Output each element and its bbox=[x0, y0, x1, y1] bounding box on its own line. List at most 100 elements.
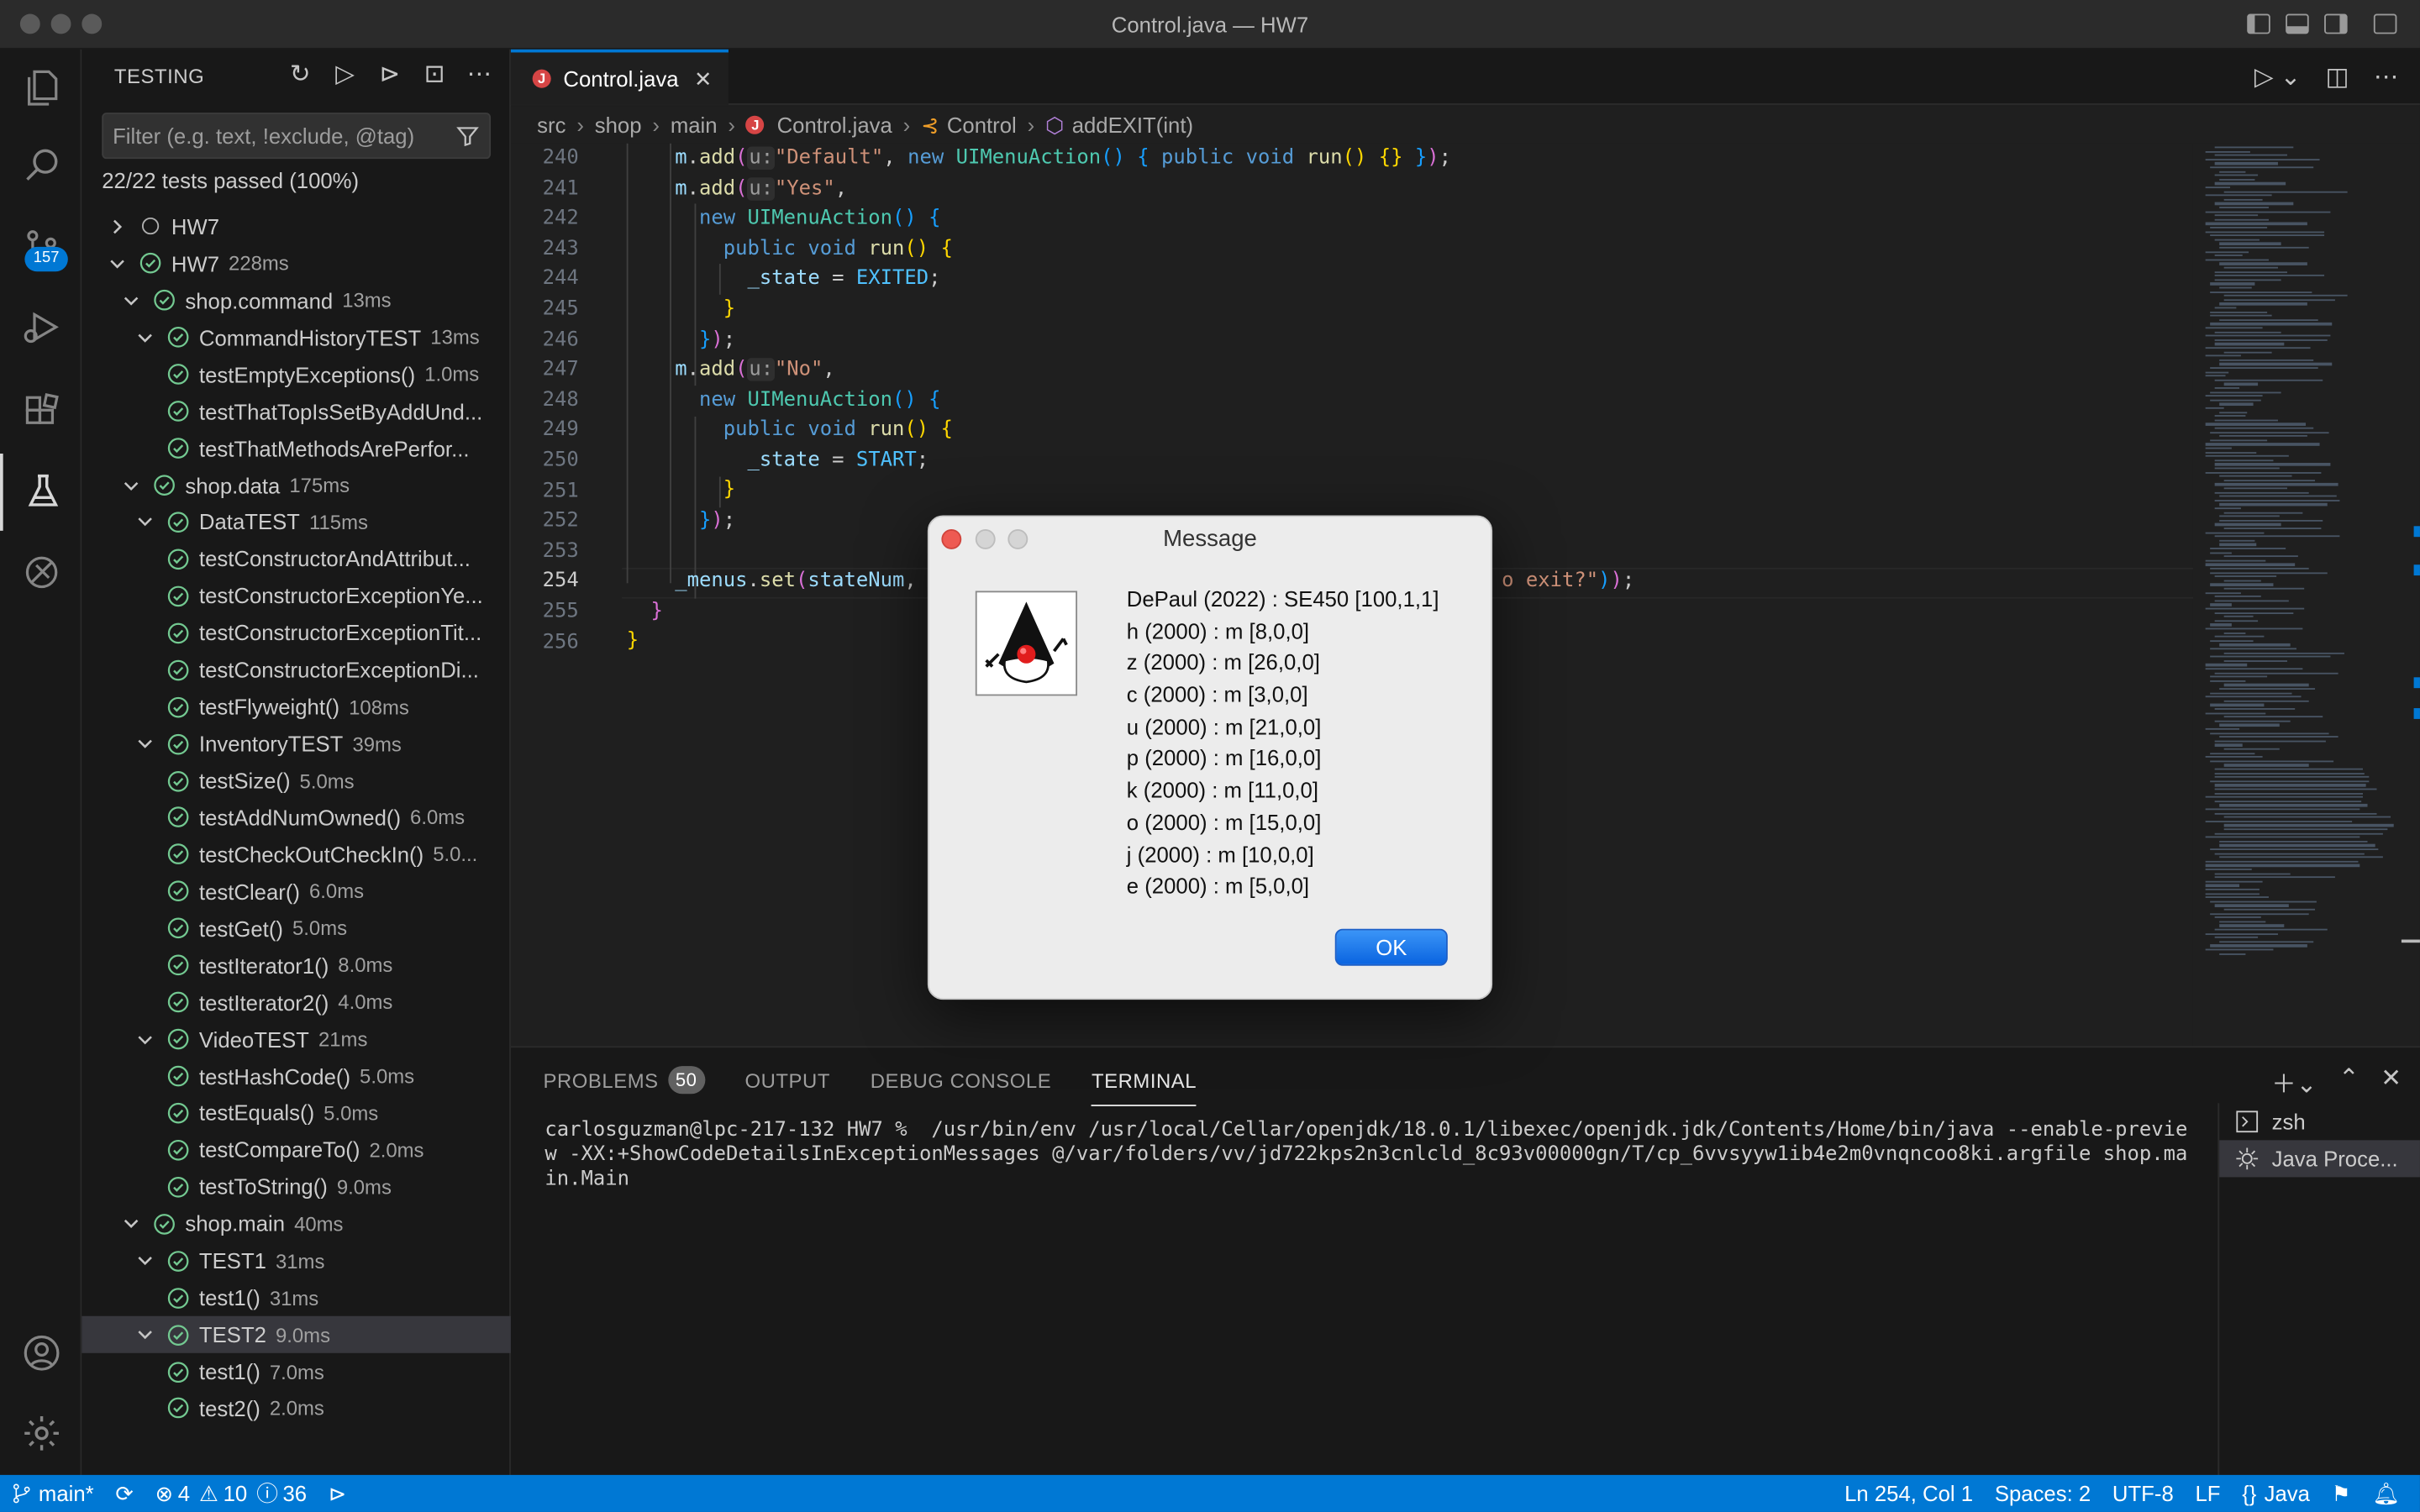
run-java-icon[interactable]: ▷ ⌄ bbox=[2254, 61, 2301, 92]
refresh-tests-icon[interactable]: ↻ bbox=[286, 59, 315, 88]
chevron-down-icon[interactable] bbox=[136, 1030, 155, 1048]
test-tree-item[interactable]: testHashCode() 5.0ms bbox=[82, 1058, 511, 1095]
tab-output[interactable]: OUTPUT bbox=[744, 1063, 829, 1096]
chevron-down-icon[interactable] bbox=[136, 1252, 155, 1270]
terminal-item-zsh[interactable]: zsh bbox=[2219, 1103, 2420, 1140]
minimap-line bbox=[2214, 491, 2310, 494]
test-tree-item[interactable]: testEquals() 5.0ms bbox=[82, 1095, 511, 1131]
close-tab-icon[interactable]: ✕ bbox=[694, 66, 713, 92]
cursor-position[interactable]: Ln 254, Col 1 bbox=[1833, 1475, 1984, 1512]
ok-button[interactable]: OK bbox=[1334, 928, 1448, 966]
more-actions-icon[interactable]: ⋯ bbox=[465, 59, 494, 88]
breadcrumb-class[interactable]: Control bbox=[947, 113, 1017, 137]
tab-control-java[interactable]: J Control.java ✕ bbox=[510, 49, 729, 105]
breadcrumb-src[interactable]: src bbox=[537, 113, 566, 137]
terminal-item-java[interactable]: Java Proce... bbox=[2219, 1140, 2420, 1178]
sync-icon[interactable]: ⟳ bbox=[105, 1475, 145, 1512]
toggle-secondary-sidebar-icon[interactable] bbox=[2324, 13, 2348, 34]
breadcrumb-main[interactable]: main bbox=[671, 113, 718, 137]
test-tree-item[interactable]: testGet() 5.0ms bbox=[82, 910, 511, 947]
debug-all-tests-icon[interactable]: ⊳ bbox=[375, 59, 404, 88]
chevron-down-icon[interactable] bbox=[122, 1215, 140, 1233]
breadcrumb-shop[interactable]: shop bbox=[595, 113, 642, 137]
test-tree-item[interactable]: testIterator2() 4.0ms bbox=[82, 984, 511, 1021]
language-mode[interactable]: {} Java bbox=[2231, 1475, 2320, 1512]
test-tree-item[interactable]: VideoTEST 21ms bbox=[82, 1021, 511, 1058]
filter-icon[interactable] bbox=[455, 123, 480, 148]
test-tree-item[interactable]: InventoryTEST 39ms bbox=[82, 725, 511, 762]
chevron-down-icon[interactable] bbox=[122, 291, 140, 310]
encoding[interactable]: UTF-8 bbox=[2102, 1475, 2185, 1512]
maximize-panel-icon[interactable]: ⌃ bbox=[2338, 1063, 2360, 1100]
test-tree-item[interactable]: test1() 31ms bbox=[82, 1279, 511, 1316]
chevron-down-icon[interactable] bbox=[108, 255, 127, 273]
minimap[interactable] bbox=[2192, 143, 2420, 1047]
test-tree-item[interactable]: testCompareTo() 2.0ms bbox=[82, 1131, 511, 1168]
breadcrumb-method[interactable]: addEXIT(int) bbox=[1072, 113, 1193, 137]
chevron-down-icon[interactable] bbox=[122, 476, 140, 495]
test-tree-item[interactable]: testConstructorExceptionTit... bbox=[82, 615, 511, 652]
chevron-right-icon[interactable] bbox=[108, 218, 127, 236]
split-editor-icon[interactable]: ◫ bbox=[2326, 61, 2349, 92]
test-tree-item[interactable]: testFlyweight() 108ms bbox=[82, 689, 511, 726]
chevron-down-icon[interactable] bbox=[136, 1326, 155, 1344]
test-filter-input[interactable] bbox=[103, 113, 444, 158]
feedback-icon[interactable]: ⚑ bbox=[2321, 1475, 2362, 1512]
minimap-line bbox=[2214, 800, 2362, 803]
test-tree-item[interactable]: testConstructorExceptionYe... bbox=[82, 578, 511, 615]
test-tree-item[interactable]: testIterator1() 8.0ms bbox=[82, 947, 511, 984]
end-of-line[interactable]: LF bbox=[2185, 1475, 2232, 1512]
terminal-output[interactable]: carlosguzman@lpc-217-132 HW7 % /usr/bin/… bbox=[544, 1119, 2196, 1193]
chevron-down-icon[interactable] bbox=[136, 513, 155, 532]
new-terminal-icon[interactable]: ＋⌄ bbox=[2271, 1063, 2317, 1100]
test-tree-item[interactable]: testClear() 6.0ms bbox=[82, 873, 511, 910]
indentation[interactable]: Spaces: 2 bbox=[1984, 1475, 2102, 1512]
test-tree-item[interactable]: shop.main 40ms bbox=[82, 1205, 511, 1242]
tab-problems[interactable]: PROBLEMS 50 bbox=[544, 1063, 705, 1096]
close-panel-icon[interactable]: ✕ bbox=[2381, 1063, 2402, 1100]
toggle-panel-icon[interactable] bbox=[2286, 13, 2309, 34]
accounts-icon[interactable] bbox=[0, 1315, 82, 1392]
extensions-icon[interactable] bbox=[0, 373, 82, 450]
search-icon[interactable] bbox=[0, 127, 82, 204]
test-tree-item[interactable]: shop.command 13ms bbox=[82, 282, 511, 319]
breadcrumb-file[interactable]: Control.java bbox=[777, 113, 892, 137]
chevron-down-icon[interactable] bbox=[136, 328, 155, 347]
explorer-icon[interactable] bbox=[0, 50, 82, 127]
test-tree-item[interactable]: CommandHistoryTEST 13ms bbox=[82, 319, 511, 356]
test-tree-item[interactable]: testCheckOutCheckIn() 5.0... bbox=[82, 836, 511, 873]
test-tree-item[interactable]: HW7 228ms bbox=[82, 245, 511, 282]
test-tree-item[interactable]: shop.data 175ms bbox=[82, 467, 511, 504]
run-all-tests-icon[interactable]: ▷ bbox=[330, 59, 360, 88]
test-tree-item[interactable]: testThatMethodsArePerfor... bbox=[82, 430, 511, 467]
test-tree-item[interactable]: testThatTopIsSetByAddUnd... bbox=[82, 393, 511, 430]
test-tree-item[interactable]: HW7 bbox=[82, 208, 511, 245]
test-tree-item[interactable]: testConstructorExceptionDi... bbox=[82, 652, 511, 689]
test-tree-item[interactable]: testConstructorAndAttribut... bbox=[82, 541, 511, 578]
test-tree-item[interactable]: TEST2 9.0ms bbox=[82, 1315, 511, 1353]
test-tree-item[interactable]: test2() 2.0ms bbox=[82, 1390, 511, 1427]
customize-layout-icon[interactable] bbox=[2373, 13, 2397, 34]
more-editor-actions-icon[interactable]: ⋯ bbox=[2374, 61, 2398, 92]
settings-gear-icon[interactable] bbox=[0, 1394, 82, 1472]
test-tree-item[interactable]: testEmptyExceptions() 1.0ms bbox=[82, 356, 511, 393]
notifications-bell-icon[interactable]: 🔔︎ bbox=[2362, 1475, 2411, 1512]
run-debug-icon[interactable] bbox=[0, 288, 82, 365]
chevron-down-icon[interactable] bbox=[136, 734, 155, 753]
show-output-icon[interactable]: ⊡ bbox=[420, 59, 450, 88]
tab-terminal[interactable]: TERMINAL bbox=[1091, 1063, 1197, 1106]
testing-icon[interactable] bbox=[0, 453, 82, 531]
toggle-primary-sidebar-icon[interactable] bbox=[2247, 13, 2270, 34]
branch-indicator[interactable]: main* bbox=[0, 1475, 105, 1512]
run-debug-status-icon[interactable]: ⊳ bbox=[318, 1475, 357, 1512]
line-number: 253 bbox=[542, 539, 579, 564]
test-tree-item[interactable]: testAddNumOwned() 6.0ms bbox=[82, 799, 511, 836]
remote-explorer-icon[interactable] bbox=[0, 533, 82, 611]
test-tree-item[interactable]: testSize() 5.0ms bbox=[82, 762, 511, 799]
test-tree-item[interactable]: test1() 7.0ms bbox=[82, 1353, 511, 1390]
problems-indicator[interactable]: ⊗ 4 ⚠ 10 ⓘ 36 bbox=[145, 1475, 318, 1512]
test-tree-item[interactable]: DataTEST 115ms bbox=[82, 504, 511, 541]
tab-debug-console[interactable]: DEBUG CONSOLE bbox=[871, 1063, 1051, 1096]
test-tree-item[interactable]: testToString() 9.0ms bbox=[82, 1168, 511, 1205]
test-tree-item[interactable]: TEST1 31ms bbox=[82, 1242, 511, 1279]
